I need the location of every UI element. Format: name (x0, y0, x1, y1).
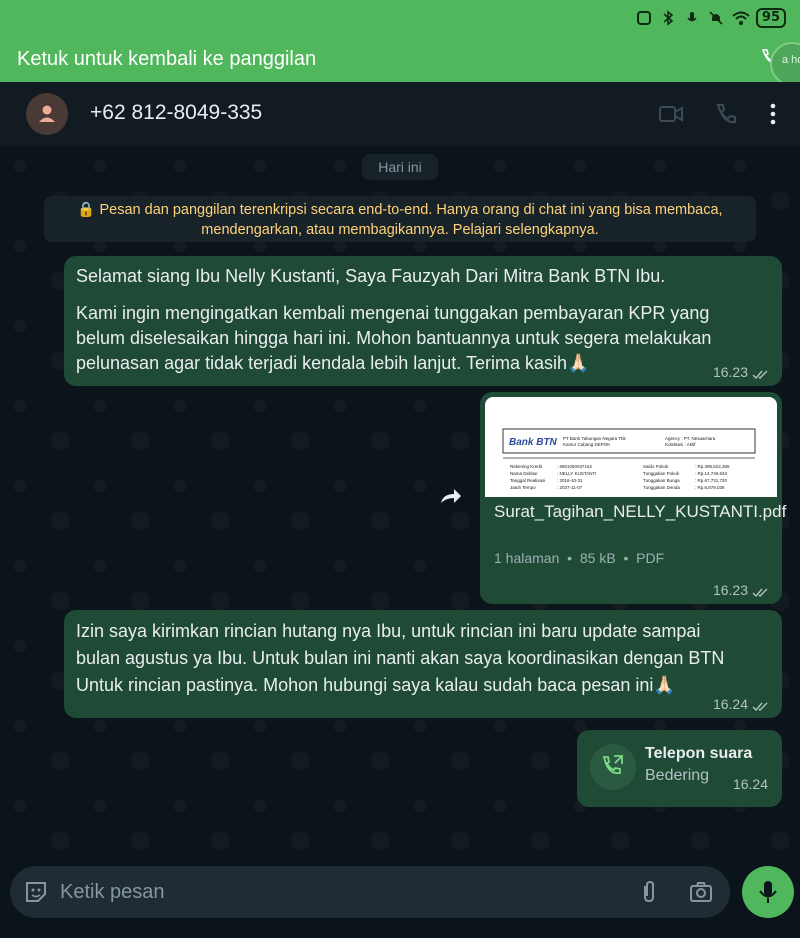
return-to-call-banner[interactable]: Ketuk untuk kembali ke panggilan a ho (0, 36, 800, 86)
message-time: 16.24 (712, 696, 748, 712)
voice-call-icon[interactable] (714, 102, 740, 126)
floating-bubble-text: a ho (782, 54, 800, 66)
microphone-status-icon (684, 10, 700, 26)
preview-cell: Tunggakan Denda (643, 485, 680, 490)
double-check-icon (752, 585, 770, 597)
preview-cell: : Rp.396,622,366 (695, 464, 730, 469)
avatar[interactable] (26, 93, 68, 135)
video-call-icon[interactable] (658, 102, 684, 126)
preview-cell: Saldo Pokok (643, 464, 669, 469)
more-options-icon[interactable] (762, 102, 784, 126)
message-bubble[interactable]: Izin saya kirimkan rincian hutang nya Ib… (64, 610, 782, 718)
return-to-call-text: Ketuk untuk kembali ke panggilan (17, 47, 317, 70)
preview-agency: Agency : PT. Nesaarrtara (665, 436, 716, 441)
wifi-icon (732, 10, 750, 26)
message-meta: 16.24 (713, 696, 770, 712)
message-line: belum diselesaikan hingga hari ini. Moho… (76, 328, 712, 348)
nfc-icon (636, 10, 652, 26)
preview-cell: : Rp.14,746,634 (695, 471, 728, 476)
document-pages: 1 halaman (494, 550, 560, 566)
double-check-icon (752, 699, 770, 711)
status-bar: 95 (0, 0, 800, 36)
document-info: 1 halaman • 85 kB • PDF (494, 550, 664, 566)
floating-call-bubble[interactable]: a ho (770, 42, 800, 86)
document-type: PDF (636, 550, 665, 566)
preview-bank-name: PT Bank Tabungan Negara Tbk (563, 436, 627, 441)
encryption-notice-line1: 🔒 Pesan dan panggilan terenkripsi secara… (77, 202, 723, 218)
person-icon (39, 105, 55, 122)
message-input[interactable] (60, 876, 620, 908)
preview-kolek: Kolektasi : Aktif (665, 442, 696, 447)
voice-call-message[interactable]: Telepon suara Bedering 16.24 (577, 730, 782, 807)
preview-bank-logo: Bank BTN (509, 437, 558, 448)
preview-cell: : 2016-10-31 (557, 478, 583, 483)
preview-cell: : Rp.67,731,720 (695, 478, 728, 483)
document-name: Surat_Tagihan_NELLY_KUSTANTI.pdf (494, 502, 787, 521)
call-title: Telepon suara (645, 745, 753, 762)
call-status: Bedering (645, 767, 710, 784)
call-icon-circle (590, 744, 636, 790)
encryption-notice[interactable]: 🔒 Pesan dan panggilan terenkripsi secara… (44, 196, 756, 242)
voice-record-button[interactable] (742, 866, 794, 918)
message-meta: 16.23 (713, 582, 770, 598)
message-time: 16.24 (732, 776, 768, 792)
document-preview[interactable]: Bank BTN PT Bank Tabungan Negara Tbk Kan… (485, 397, 777, 497)
message-line: Kami ingin mengingatkan kembali mengenai… (76, 303, 710, 323)
preview-branch: Kantor Cabang DEPOK (563, 442, 610, 447)
preview-cell: Rekening Kredit (510, 464, 543, 469)
message-text: Izin saya kirimkan rincian hutang nya Ib… (76, 618, 774, 699)
encryption-notice-line2: mendengarkan, atau membagikannya. Pelaja… (201, 222, 599, 238)
message-meta: 16.23 (713, 364, 770, 380)
attach-icon[interactable] (636, 879, 662, 905)
battery-indicator: 95 (755, 8, 786, 28)
document-size: 85 kB (579, 550, 616, 566)
message-line: Untuk rincian pastinya. Mohon hubungi sa… (76, 675, 676, 695)
preview-cell: : NELLY KUSTANTI (557, 471, 597, 476)
bluetooth-icon (660, 10, 676, 26)
sticker-icon[interactable] (23, 879, 49, 905)
date-chip: Hari ini (362, 154, 438, 180)
double-check-icon (752, 367, 770, 379)
forward-icon[interactable] (438, 486, 464, 508)
preview-cell: Tanggal Realisasi (510, 478, 545, 483)
message-line: Selamat siang Ibu Nelly Kustanti, Saya F… (76, 266, 666, 286)
document-message[interactable]: Bank BTN PT Bank Tabungan Negara Tbk Kan… (480, 392, 787, 604)
preview-cell: Tunggakan Bunga (643, 478, 680, 483)
outgoing-call-icon (602, 755, 623, 775)
message-time: 16.23 (712, 582, 748, 598)
mute-notification-icon (708, 10, 724, 26)
message-time: 16.23 (712, 364, 748, 380)
separator-dot: • (563, 550, 580, 566)
camera-icon[interactable] (688, 879, 714, 905)
message-line: bulan agustus ya Ibu. Untuk bulan ini na… (76, 648, 725, 668)
separator-dot: • (619, 550, 637, 566)
preview-cell: Jatuh Tempo (510, 485, 536, 490)
message-line: pelunasan agar tidak terjadi kendala leb… (76, 353, 590, 373)
preview-cell: : Rp.6,879,036 (695, 485, 725, 490)
preview-cell: Nama Debitur (510, 471, 538, 476)
contact-name[interactable]: +62 812-8049-335 (90, 101, 262, 125)
message-bubble[interactable]: Selamat siang Ibu Nelly Kustanti, Saya F… (64, 256, 782, 386)
preview-cell: Tunggakan Pokok (643, 471, 680, 476)
message-line: Izin saya kirimkan rincian hutang nya Ib… (76, 621, 701, 641)
chat-header: +62 812-8049-335 (0, 82, 800, 146)
message-composer (10, 866, 730, 918)
chat-area[interactable]: Hari ini 🔒 Pesan dan panggilan terenkrip… (0, 146, 800, 856)
microphone-icon (759, 881, 777, 903)
preview-cell: : 6801050037162 (557, 464, 593, 469)
message-text: Selamat siang Ibu Nelly Kustanti, Saya F… (76, 264, 774, 376)
preview-cell: : 2037-11-07 (557, 485, 583, 490)
